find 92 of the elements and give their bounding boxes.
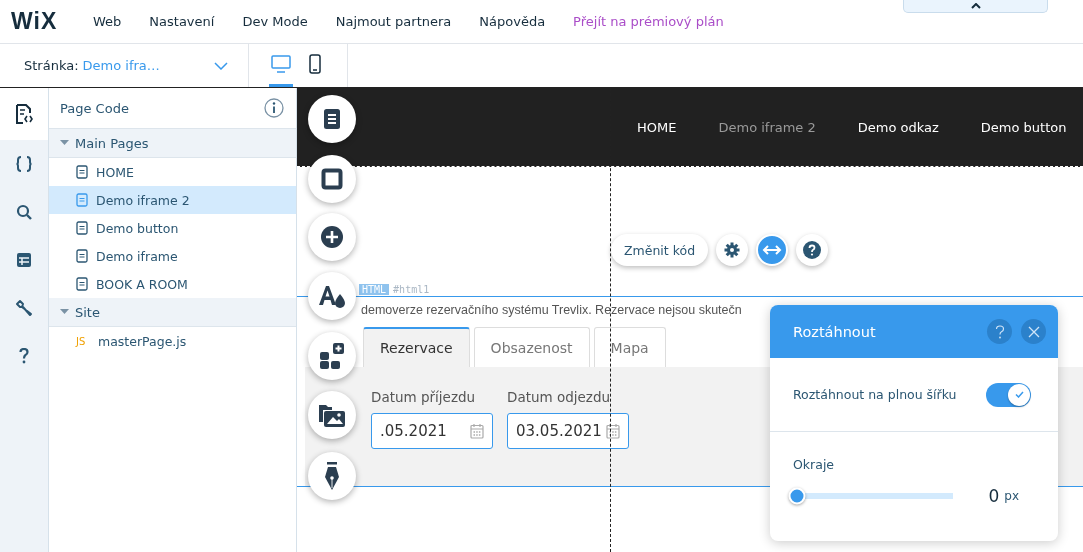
menu-item[interactable]: Nápověda: [479, 14, 546, 29]
letter-drop-icon: [318, 284, 346, 308]
wix-logo[interactable]: WiX: [11, 8, 93, 35]
date-value: .05.2021: [380, 422, 447, 440]
file-item[interactable]: JS masterPage.js: [49, 327, 296, 355]
margin-value: 0: [988, 486, 1000, 506]
close-icon: [1027, 325, 1040, 338]
search-icon: [16, 204, 32, 220]
intro-text: demoverze rezervačního systému Trevlix. Rezervace nejsou skutečn: [361, 303, 743, 317]
close-button[interactable]: [1021, 319, 1046, 344]
question-mark-icon: [19, 348, 29, 364]
site-nav-link[interactable]: Demo iframe 2: [718, 119, 816, 135]
settings-button[interactable]: [716, 234, 749, 266]
site-nav-link[interactable]: Demo button: [980, 119, 1067, 135]
page-selector[interactable]: Stránka: Demo ifra…: [0, 44, 249, 87]
design-tool-button[interactable]: [308, 272, 356, 320]
date-label: Datum příjezdu: [371, 389, 477, 405]
apps-tool-button[interactable]: [308, 332, 356, 380]
braces-icon: [16, 156, 32, 172]
menu-item[interactable]: Dev Mode: [242, 14, 308, 29]
page-label: Stránka:: [24, 58, 79, 73]
date-label: Datum odjezdu: [507, 389, 612, 405]
apps-add-icon: [319, 343, 345, 369]
pen-tool-button[interactable]: [308, 452, 356, 500]
slider-thumb[interactable]: [788, 487, 806, 505]
menu-item[interactable]: Nastavení: [149, 14, 215, 29]
monitor-icon: [271, 55, 291, 73]
site-nav-link[interactable]: Demo odkaz: [857, 119, 939, 135]
image-gallery-icon: [318, 402, 346, 428]
file-name: masterPage.js: [98, 333, 187, 349]
calendar-icon: [606, 423, 620, 439]
section-header[interactable]: Site: [49, 298, 296, 327]
file-item[interactable]: BOOK A ROOM: [49, 270, 296, 298]
file-name: Demo iframe 2: [96, 192, 190, 208]
menu-item[interactable]: Web: [93, 14, 122, 29]
file-name: Demo iframe: [96, 248, 178, 264]
calendar-icon: [470, 423, 484, 439]
page-icon: [76, 221, 88, 235]
toggle-switch[interactable]: [986, 382, 1031, 407]
section-label: Main Pages: [75, 135, 149, 151]
wrench-icon: [15, 299, 33, 317]
stretch-button[interactable]: [756, 234, 789, 266]
file-name: Demo button: [96, 220, 179, 236]
element-type-tag: HTML: [359, 284, 390, 295]
add-icon: [320, 225, 344, 249]
help-icon: [803, 241, 822, 259]
booking-tab[interactable]: Rezervace: [363, 327, 470, 367]
settings-icon: [724, 242, 741, 258]
panel-title: Roztáhnout: [793, 323, 876, 340]
page-icon: [76, 193, 88, 207]
margin-unit: px: [1004, 489, 1019, 503]
file-type-label: JS: [76, 335, 87, 347]
file-item[interactable]: HOME: [49, 158, 296, 186]
slider-label: Okraje: [793, 457, 836, 472]
file-name: HOME: [96, 164, 134, 180]
add-tool-button[interactable]: [308, 213, 356, 261]
file-item[interactable]: Demo iframe: [49, 242, 296, 270]
edit-code-button[interactable]: Změnit kód: [611, 234, 709, 266]
code-file-icon: [15, 104, 33, 124]
table-icon: [16, 252, 32, 268]
section-label: Site: [75, 304, 100, 320]
toggle-label: Roztáhnout na plnou šířku: [793, 387, 957, 402]
chevron-down-icon: [214, 61, 228, 70]
site-nav-link[interactable]: HOME: [637, 119, 677, 135]
phone-icon: [309, 54, 321, 74]
info-icon[interactable]: [264, 98, 284, 118]
box-tool-button[interactable]: [308, 155, 356, 203]
square-icon: [321, 168, 343, 190]
menu-item[interactable]: Najmout partnera: [335, 14, 452, 29]
page-name: Demo ifra…: [82, 58, 160, 73]
page-icon: [76, 165, 88, 179]
page-icon: [76, 249, 88, 263]
menu-item[interactable]: Přejít na prémiový plán: [573, 14, 724, 29]
document-icon: [322, 108, 342, 130]
help-icon: [994, 324, 1005, 339]
date-input[interactable]: .05.2021: [371, 413, 493, 449]
horizontal-arrows-icon: [762, 244, 783, 256]
date-input[interactable]: 03.05.2021: [507, 413, 629, 449]
file-name: BOOK A ROOM: [96, 276, 188, 292]
element-id-tag: #html1: [393, 284, 430, 295]
check-icon: [1014, 391, 1024, 398]
section-header[interactable]: Main Pages: [49, 129, 296, 158]
booking-tab[interactable]: Mapa: [593, 327, 666, 367]
caret-icon: [970, 3, 981, 9]
file-item[interactable]: Demo button: [49, 214, 296, 242]
date-value: 03.05.2021: [516, 422, 602, 440]
help-button[interactable]: [796, 234, 829, 266]
file-item[interactable]: Demo iframe 2: [49, 186, 296, 214]
panel-title: Page Code: [60, 100, 129, 116]
page-icon: [76, 277, 88, 291]
booking-tab[interactable]: Obsazenost: [473, 327, 590, 367]
pen-nib-icon: [324, 461, 340, 491]
